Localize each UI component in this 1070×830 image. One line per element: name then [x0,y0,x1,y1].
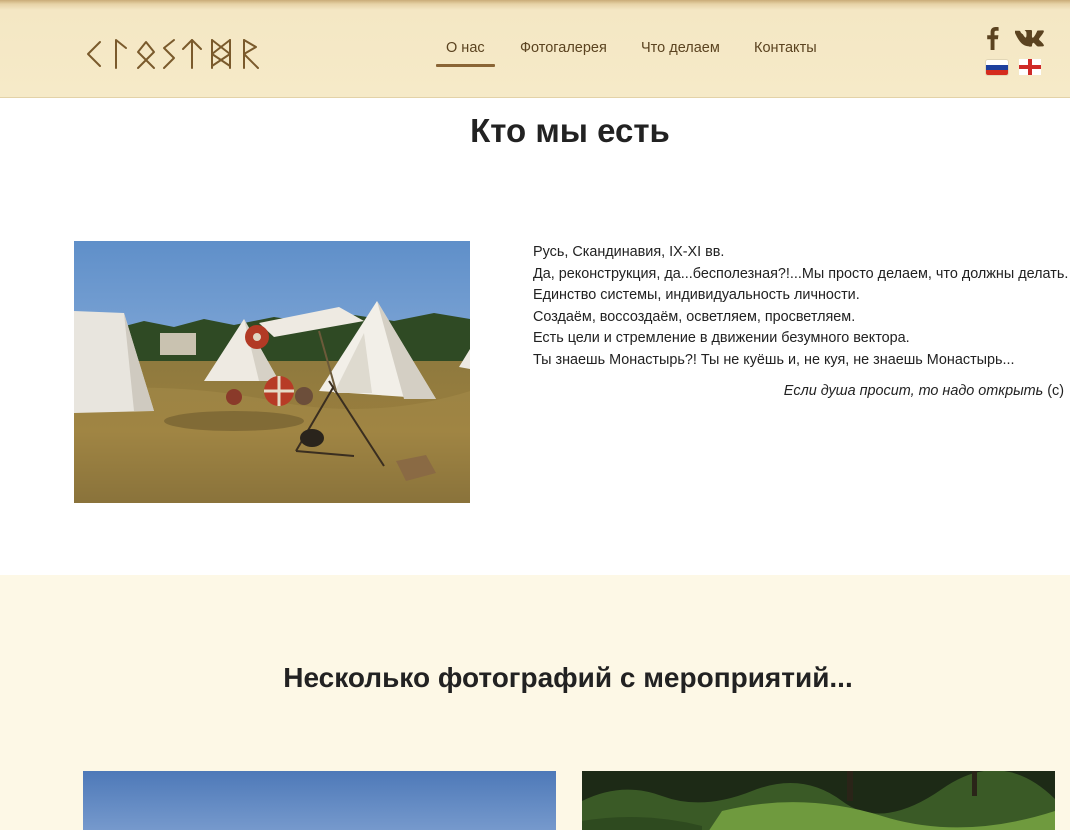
about-quote: Если душа просит, то надо открыть (c) [533,383,1064,399]
about-line: Русь, Скандинавия, IX-XI вв. [533,244,725,260]
about-line: Да, реконструкция, да...бесполезная?!...… [533,265,1069,282]
about-line: Есть цели и стремление в движении безумн… [533,330,910,346]
gallery-photo[interactable] [83,771,556,830]
nav-item-gallery[interactable]: Фотогалерея [520,38,607,66]
camp-photo [74,241,470,503]
nav-item-what-we-do[interactable]: Что делаем [641,38,720,66]
vk-icon[interactable] [1015,30,1044,48]
quote-suffix: (c) [1043,383,1064,399]
about-line: Ты знаешь Монастырь?! Ты не куёшь и, не … [533,351,1015,368]
about-line: Единство системы, индивидуальность лично… [533,287,860,303]
site-header: О нас Фотогалерея Что делаем Контакты [0,0,1070,98]
about-title: Кто мы есть [470,112,670,149]
quote-text: Если душа просит, то надо открыть [783,383,1044,399]
about-line: Создаём, воссоздаём, осветляем, просветл… [533,308,856,325]
main-nav: О нас Фотогалерея Что делаем Контакты [0,38,1070,68]
gallery-section: Несколько фотографий с мероприятий... [0,575,1070,830]
about-text: Русь, Скандинавия, IX-XI вв. Да, реконст… [533,242,1070,371]
gallery-photo[interactable] [582,771,1055,830]
en-flag-icon[interactable] [1019,59,1041,75]
ru-flag-icon[interactable] [986,60,1008,75]
nav-item-contacts[interactable]: Контакты [754,38,817,66]
nav-item-about[interactable]: О нас [436,38,495,67]
facebook-icon[interactable] [984,26,1000,50]
gallery-title: Несколько фотографий с мероприятий... [283,662,853,693]
